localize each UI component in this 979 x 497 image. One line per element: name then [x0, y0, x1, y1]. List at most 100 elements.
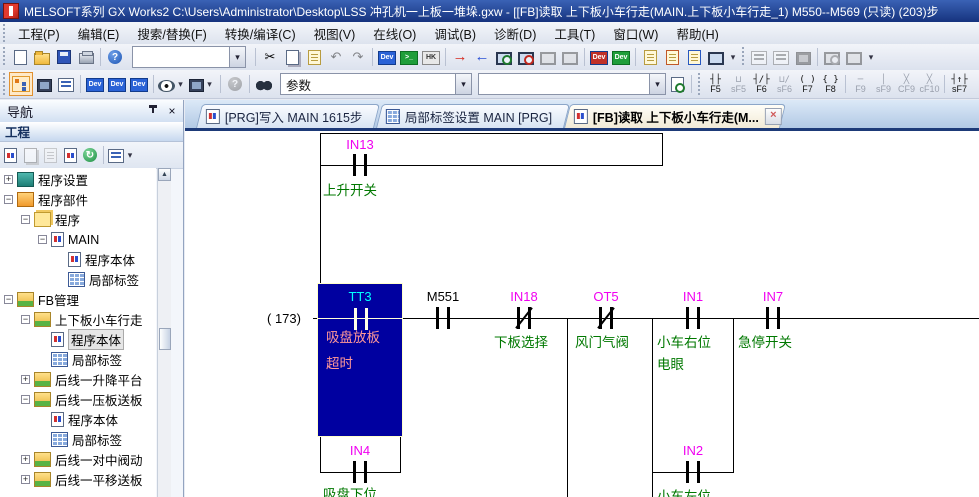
find-device-combo[interactable]: ▾ — [478, 73, 666, 95]
redo-button[interactable]: ↷ — [347, 46, 369, 68]
ladder-close-contact-button[interactable]: ┤/├F6 — [750, 72, 773, 96]
tree-item-fb-press-body[interactable]: 程序本体 — [51, 410, 118, 429]
undo-button[interactable]: ↶ — [325, 46, 347, 68]
scrollbar-thumb[interactable] — [159, 328, 171, 350]
trace-setting-button[interactable] — [770, 46, 792, 68]
ladder-application-button[interactable]: { }F8 — [819, 72, 842, 96]
device-name[interactable]: IN1 — [658, 289, 728, 304]
menu-project[interactable]: 工程(P) — [9, 22, 69, 45]
tree-item-program-body[interactable]: 程序本体 — [68, 250, 135, 269]
copy-button[interactable] — [281, 46, 303, 68]
monitor-stop-button[interactable] — [515, 46, 537, 68]
ladder-vline-button[interactable]: │sF9 — [872, 72, 895, 96]
tree-item-fb-center[interactable]: +后线一对中阀动 — [21, 450, 143, 469]
tree-item-pou[interactable]: −程序部件 — [4, 190, 88, 209]
ladder-close-branch-button[interactable]: ⊔/sF6 — [773, 72, 796, 96]
ladder-hline-button[interactable]: ─F9 — [849, 72, 872, 96]
tree-item-fb-cart-label[interactable]: 局部标签 — [51, 350, 122, 369]
device-display-button[interactable]: ▾ — [157, 73, 187, 95]
paste-button[interactable] — [303, 46, 325, 68]
tab-main-prg[interactable]: [PRG]写入 MAIN 1615步 — [196, 104, 380, 128]
close-icon[interactable]: × — [164, 104, 180, 118]
device-search-button[interactable]: ▾ — [187, 73, 217, 95]
tree-item-fb-press-label[interactable]: 局部标签 — [51, 430, 122, 449]
tab-fb-read-cart[interactable]: [FB]读取 上下板小车行走(M... × — [564, 104, 786, 128]
tree-scrollbar[interactable]: ▲ — [157, 168, 171, 497]
menu-help[interactable]: 帮助(H) — [667, 22, 727, 45]
print-button[interactable] — [75, 46, 97, 68]
cut-button[interactable]: ✂ — [259, 46, 281, 68]
device-batch-button[interactable]: Dev — [128, 73, 150, 95]
nav-new-item-button[interactable] — [0, 144, 20, 166]
device-name[interactable]: M551 — [408, 289, 478, 304]
toolbar-overflow-icon[interactable]: ▾ — [727, 52, 739, 63]
ladder-open-branch-button[interactable]: ⊔sF5 — [727, 72, 750, 96]
tree-item-fb-cart-body[interactable]: 程序本体 — [51, 330, 124, 349]
trace-start-button[interactable] — [792, 46, 814, 68]
device-name[interactable]: IN4 — [325, 443, 395, 458]
find-target-combo[interactable]: 参数 ▾ — [280, 73, 472, 95]
tree-item-local-label[interactable]: 局部标签 — [68, 270, 139, 289]
function-block-button[interactable] — [33, 73, 55, 95]
device-name[interactable]: IN13 — [325, 137, 395, 152]
device-comment-button[interactable]: Dev — [84, 73, 106, 95]
tree-item-fb-shift[interactable]: +后线一平移送板 — [21, 470, 143, 489]
nav-sort-button[interactable]: ▾ — [107, 144, 137, 166]
nav-property-button[interactable] — [60, 144, 80, 166]
device-hex-button[interactable]: HK — [420, 46, 442, 68]
statement-button[interactable] — [661, 46, 683, 68]
tree-item-main[interactable]: −MAIN — [38, 230, 99, 249]
device-name[interactable]: IN2 — [658, 443, 728, 458]
toolbar-combo[interactable]: ▾ — [132, 46, 246, 68]
menu-window[interactable]: 窗口(W) — [604, 22, 667, 45]
nav-paste-button[interactable] — [40, 144, 60, 166]
watch-button[interactable] — [821, 46, 843, 68]
device-test-red-button[interactable]: Dev — [588, 46, 610, 68]
ladder-delete-vline-button[interactable]: ╳cF10 — [918, 72, 941, 96]
help-button[interactable]: ? — [104, 46, 126, 68]
menu-diagnostics[interactable]: 诊断(D) — [485, 22, 545, 45]
menu-edit[interactable]: 编辑(E) — [69, 22, 129, 45]
navigation-window-button[interactable] — [9, 72, 33, 96]
nav-copy-button[interactable] — [20, 144, 40, 166]
watch-stop-button[interactable] — [843, 46, 865, 68]
find-in-page-button[interactable] — [666, 73, 688, 95]
pin-icon[interactable] — [146, 104, 160, 118]
selected-cell-tt3[interactable]: TT3 吸盘放板 超时 — [317, 283, 403, 437]
tree-item-program-setting[interactable]: +程序设置 — [4, 170, 88, 189]
device-name[interactable]: OT5 — [571, 289, 641, 304]
sampling-trace-button[interactable] — [748, 46, 770, 68]
read-from-plc-button[interactable]: ← — [471, 46, 493, 68]
tree-item-fb-cart[interactable]: −上下板小车行走 — [21, 310, 143, 329]
save-project-button[interactable] — [53, 46, 75, 68]
nav-refresh-button[interactable]: ↻ — [80, 144, 100, 166]
tree-item-fb-press[interactable]: −后线一压板送板 — [21, 390, 143, 409]
tab-local-label-setting[interactable]: 局部标签设置 MAIN [PRG] — [376, 104, 570, 128]
note-button[interactable] — [683, 46, 705, 68]
device-name[interactable]: IN7 — [738, 289, 808, 304]
ladder-delete-hline-button[interactable]: ╳CF9 — [895, 72, 918, 96]
tree-item-fb-lift[interactable]: +后线一升降平台 — [21, 370, 143, 389]
new-project-button[interactable] — [9, 46, 31, 68]
menu-find-replace[interactable]: 搜索/替换(F) — [128, 22, 215, 45]
comment-button[interactable] — [639, 46, 661, 68]
scroll-up-icon[interactable]: ▲ — [158, 168, 171, 181]
write-to-plc-button[interactable]: → — [449, 46, 471, 68]
ladder-open-contact-button[interactable]: ┤├F5 — [704, 72, 727, 96]
ladder-editor[interactable]: ( 173) IN13 上升开关 M551 IN18 下板选择 OT5 风门气阀… — [185, 128, 979, 497]
dropdown-icon[interactable]: ▾ — [455, 74, 471, 94]
toolbar-overflow-icon[interactable]: ▾ — [865, 52, 877, 63]
menu-debug[interactable]: 调试(B) — [425, 22, 485, 45]
menu-online[interactable]: 在线(O) — [364, 22, 425, 45]
output-window-button[interactable] — [55, 73, 77, 95]
open-project-button[interactable] — [31, 46, 53, 68]
device-monitor-button[interactable]: >_ — [398, 46, 420, 68]
ladder-pulse-contact-button[interactable]: ┤↑├sF7 — [948, 72, 971, 96]
tab-close-icon[interactable]: × — [765, 108, 782, 125]
menu-tools[interactable]: 工具(T) — [545, 22, 604, 45]
find-button[interactable] — [253, 73, 275, 95]
device-test-green-button[interactable]: Dev — [610, 46, 632, 68]
menu-view[interactable]: 视图(V) — [305, 22, 365, 45]
help-context-button[interactable]: ? — [224, 73, 246, 95]
monitor-mode-button[interactable] — [537, 46, 559, 68]
